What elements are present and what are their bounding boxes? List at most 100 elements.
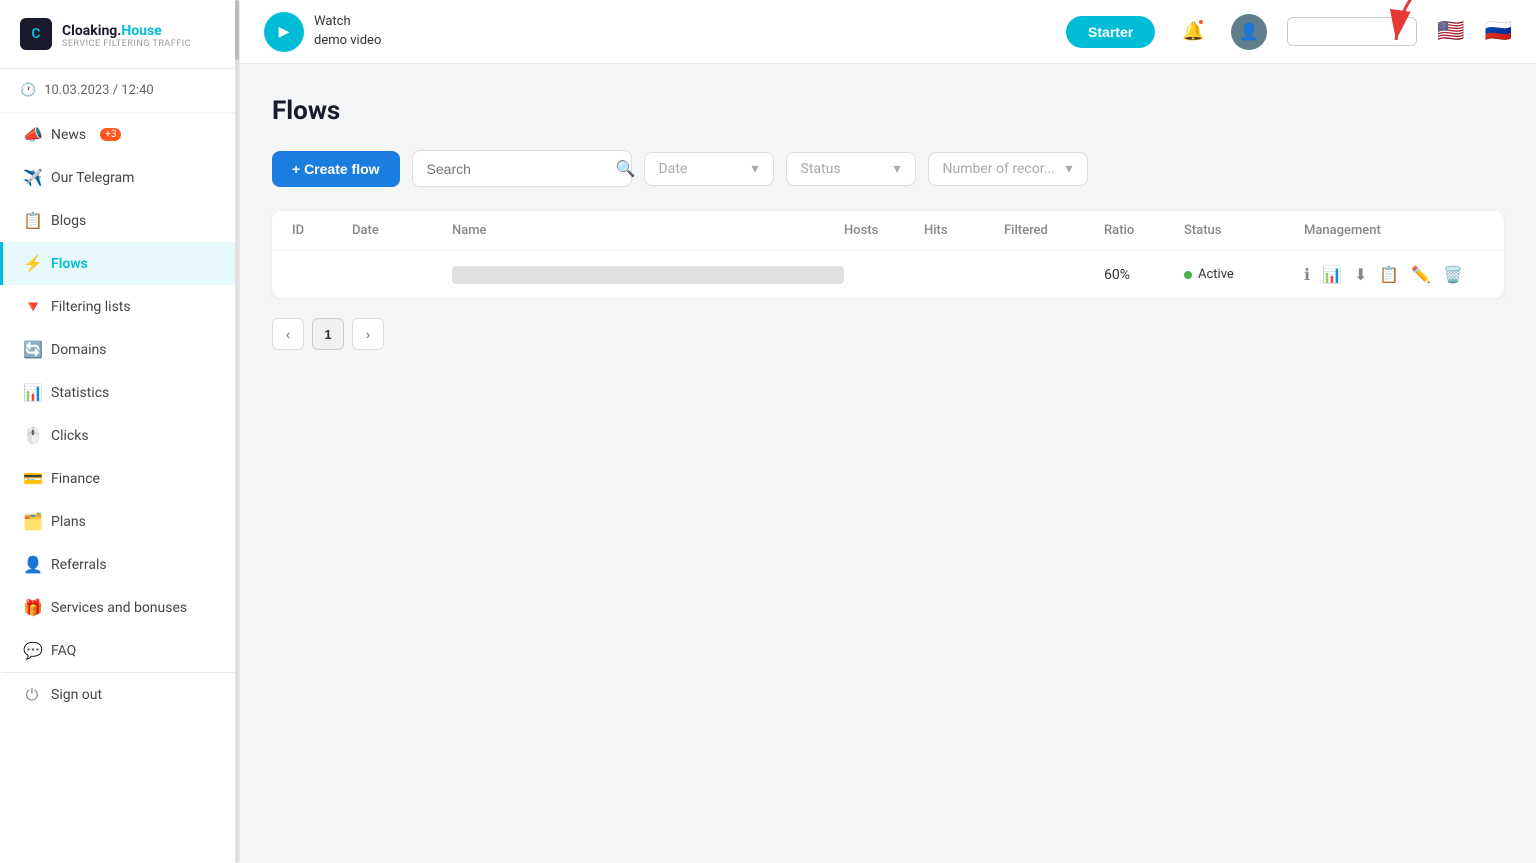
records-filter-dropdown[interactable]: Number of recor... ▾	[928, 152, 1088, 186]
cell-ratio: 60%	[1104, 267, 1184, 283]
logo-icon: C	[20, 18, 52, 50]
chevron-down-icon: ▾	[752, 161, 759, 177]
create-flow-button[interactable]: + Create flow	[272, 151, 400, 187]
sidebar-item-plans[interactable]: 🗂️ Plans	[0, 500, 239, 543]
info-icon[interactable]: ℹ	[1304, 265, 1310, 284]
status-filter-dropdown[interactable]: Status ▾	[786, 152, 916, 186]
chevron-down-icon: ▾	[1066, 161, 1073, 177]
col-hits: Hits	[924, 223, 1004, 238]
sidebar-item-domains[interactable]: 🔄 Domains	[0, 328, 239, 371]
starter-button[interactable]: Starter	[1066, 16, 1155, 48]
sidebar-item-label: Our Telegram	[51, 170, 134, 186]
search-icon: 🔍	[616, 159, 636, 178]
main-content: Flows + Create flow 🔍 Date ▾ Status ▾ Nu…	[240, 64, 1536, 863]
sidebar-nav: 📣 News +3 ✈️ Our Telegram 📋 Blogs ⚡ Flow…	[0, 113, 239, 717]
sidebar-item-label: Filtering lists	[51, 299, 131, 315]
faq-icon: 💬	[23, 641, 41, 660]
sidebar-item-statistics[interactable]: 📊 Statistics	[0, 371, 239, 414]
col-ratio: Ratio	[1104, 223, 1184, 238]
copy-icon[interactable]: 📋	[1379, 265, 1399, 284]
cell-status: Active	[1184, 267, 1304, 282]
clicks-icon: 🖱️	[23, 426, 41, 445]
page-title: Flows	[272, 96, 1504, 126]
telegram-icon: ✈️	[23, 168, 41, 187]
cell-name	[452, 266, 844, 284]
col-status: Status	[1184, 223, 1304, 238]
sidebar-item-label: Referrals	[51, 557, 107, 573]
sidebar-item-news[interactable]: 📣 News +3	[0, 113, 239, 156]
current-page-button[interactable]: 1	[312, 318, 344, 350]
notification-dot	[1197, 18, 1205, 26]
sidebar-item-referrals[interactable]: 👤 Referrals	[0, 543, 239, 586]
clock-icon: 🕐	[20, 83, 36, 98]
news-icon: 📣	[23, 125, 41, 144]
search-input[interactable]	[427, 161, 608, 177]
domains-icon: 🔄	[23, 340, 41, 359]
col-date: Date	[352, 223, 452, 238]
table-row: 60% Active ℹ 📊 ⬇ 📋 ✏️ 🗑️	[272, 251, 1504, 298]
col-hosts: Hosts	[844, 223, 924, 238]
sidebar-item-faq[interactable]: 💬 FAQ	[0, 629, 239, 672]
sidebar-item-label: Finance	[51, 471, 100, 487]
col-filtered: Filtered	[1004, 223, 1104, 238]
header: ▶ Watch demo video Starter 🔔 👤 🇺🇸 🇷🇺	[240, 0, 1536, 64]
sidebar-item-blogs[interactable]: 📋 Blogs	[0, 199, 239, 242]
search-box: 🔍	[412, 150, 632, 187]
prev-page-button[interactable]: ‹	[272, 318, 304, 350]
filtering-icon: 🔻	[23, 297, 41, 316]
sidebar-item-label: Services and bonuses	[51, 600, 187, 616]
flows-icon: ⚡	[23, 254, 41, 273]
sidebar-item-clicks[interactable]: 🖱️ Clicks	[0, 414, 239, 457]
sidebar-item-signout[interactable]: ⏻ Sign out	[0, 672, 239, 717]
services-icon: 🎁	[23, 598, 41, 617]
sidebar-item-label: Statistics	[51, 385, 109, 401]
chart-icon[interactable]: 📊	[1322, 265, 1342, 284]
plans-icon: 🗂️	[23, 512, 41, 531]
sidebar-item-label: News	[51, 127, 86, 143]
sidebar-item-filtering[interactable]: 🔻 Filtering lists	[0, 285, 239, 328]
date-filter-dropdown[interactable]: Date ▾	[644, 152, 774, 186]
records-filter-label: Number of recor...	[943, 161, 1055, 177]
logo-text: Cloaking.House	[62, 20, 191, 39]
table-header: ID Date Name Hosts Hits Filtered Ratio S…	[272, 211, 1504, 251]
user-avatar-button[interactable]: 👤	[1231, 14, 1267, 50]
sidebar-item-label: FAQ	[51, 643, 76, 659]
sidebar-item-label: Clicks	[51, 428, 89, 444]
sidebar-item-label: Plans	[51, 514, 86, 530]
sidebar-item-flows[interactable]: ⚡ Flows	[0, 242, 239, 285]
sidebar-item-telegram[interactable]: ✈️ Our Telegram	[0, 156, 239, 199]
sidebar-item-services[interactable]: 🎁 Services and bonuses	[0, 586, 239, 629]
referrals-icon: 👤	[23, 555, 41, 574]
demo-text: Watch demo video	[314, 13, 381, 49]
finance-icon: 💳	[23, 469, 41, 488]
play-icon: ▶	[264, 12, 304, 52]
date-filter-label: Date	[659, 161, 688, 177]
signout-icon: ⏻	[23, 685, 41, 705]
download-icon[interactable]: ⬇	[1354, 265, 1367, 284]
notification-button[interactable]: 🔔	[1175, 14, 1211, 50]
flag-ru[interactable]: 🇷🇺	[1485, 19, 1512, 44]
flag-en[interactable]: 🇺🇸	[1437, 19, 1464, 44]
edit-icon[interactable]: ✏️	[1411, 265, 1431, 284]
col-id: ID	[292, 223, 352, 238]
delete-icon[interactable]: 🗑️	[1443, 265, 1463, 284]
sidebar-item-label: Domains	[51, 342, 106, 358]
sidebar-scrollbar-thumb	[235, 0, 239, 60]
news-badge: +3	[100, 128, 121, 141]
col-management: Management	[1304, 223, 1484, 238]
flows-table: ID Date Name Hosts Hits Filtered Ratio S…	[272, 211, 1504, 298]
language-selector[interactable]	[1287, 17, 1417, 46]
main-area: ▶ Watch demo video Starter 🔔 👤 🇺🇸 🇷🇺 Flo…	[240, 0, 1536, 863]
pagination: ‹ 1 ›	[272, 318, 1504, 350]
statistics-icon: 📊	[23, 383, 41, 402]
logo-subtitle: Service filtering traffic	[62, 39, 191, 49]
status-label: Active	[1198, 267, 1234, 282]
next-page-button[interactable]: ›	[352, 318, 384, 350]
toolbar: + Create flow 🔍 Date ▾ Status ▾ Number o…	[272, 150, 1504, 187]
chevron-down-icon: ▾	[894, 161, 901, 177]
sidebar-item-finance[interactable]: 💳 Finance	[0, 457, 239, 500]
status-filter-label: Status	[801, 161, 841, 177]
demo-video-button[interactable]: ▶ Watch demo video	[264, 12, 381, 52]
sidebar-datetime: 🕐 10.03.2023 / 12:40	[0, 69, 239, 113]
sidebar-scrollbar[interactable]	[235, 0, 239, 863]
